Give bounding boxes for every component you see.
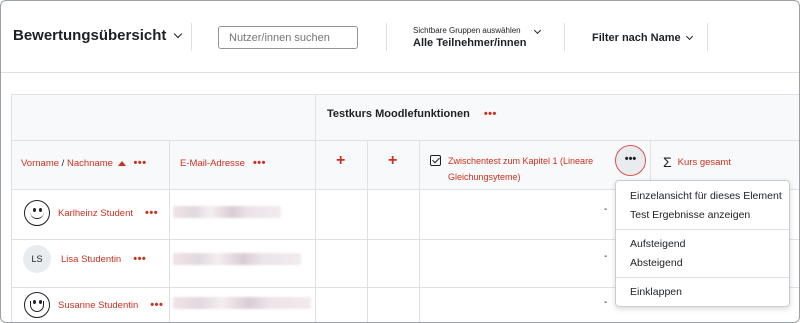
avatar: LS xyxy=(23,245,51,273)
table-row-name: LS Lisa Studentin ••• xyxy=(23,245,146,273)
menu-item-quiz-results[interactable]: Test Ergebnisse anzeigen xyxy=(630,209,750,221)
email-column-header: E-Mail-Adresse ••• xyxy=(180,157,266,169)
menu-item-sort-descending[interactable]: Absteigend xyxy=(630,257,683,269)
chevron-down-icon[interactable] xyxy=(533,26,542,35)
grade-item-header: Zwischentest zum Kapitel 1 (Lineare Glei… xyxy=(430,153,610,185)
menu-item-collapse[interactable]: Einklappen xyxy=(630,286,682,298)
more-icon: ••• xyxy=(624,152,637,165)
gradebook-window: Bewertungsübersicht Sichtbare Gruppen au… xyxy=(0,0,800,323)
table-border xyxy=(315,94,316,322)
menu-item-sort-ascending[interactable]: Aufsteigend xyxy=(630,238,685,250)
search-input[interactable] xyxy=(218,26,358,49)
table-row-name: Susanne Studentin ••• xyxy=(24,292,163,318)
top-bar: Bewertungsübersicht Sichtbare Gruppen au… xyxy=(1,1,799,73)
table-border xyxy=(11,94,12,322)
divider xyxy=(707,23,708,51)
group-label: Sichtbare Gruppen auswählen xyxy=(413,26,521,35)
student-name-link[interactable]: Karlheinz Student xyxy=(58,208,133,219)
row-menu-button[interactable]: ••• xyxy=(145,207,158,219)
quiz-check-icon xyxy=(430,155,441,166)
grade-value[interactable]: - xyxy=(604,297,607,308)
email-blurred xyxy=(173,206,281,218)
email-column-menu-button[interactable]: ••• xyxy=(253,157,266,169)
email-blurred xyxy=(173,297,311,309)
sort-firstname-link[interactable]: Vorname xyxy=(21,158,59,169)
add-column-button[interactable]: + xyxy=(336,152,345,170)
menu-divider xyxy=(616,277,789,278)
row-menu-button[interactable]: ••• xyxy=(133,253,146,265)
email-blurred xyxy=(173,253,301,265)
table-border xyxy=(11,140,799,141)
filter-by-name-button[interactable]: Filter nach Name xyxy=(592,32,693,44)
grade-value[interactable]: - xyxy=(604,204,607,215)
page-title-selector[interactable]: Bewertungsübersicht xyxy=(13,27,183,44)
course-menu-button[interactable]: ••• xyxy=(484,108,497,120)
page-title: Bewertungsübersicht xyxy=(13,27,167,44)
grade-item-menu-button[interactable]: ••• xyxy=(615,145,646,176)
add-column-button[interactable]: + xyxy=(388,152,397,170)
divider xyxy=(564,23,565,51)
chevron-down-icon xyxy=(174,29,183,38)
name-column-header: Vorname / Nachname ••• xyxy=(21,157,147,169)
menu-divider xyxy=(616,229,789,230)
sort-lastname-link[interactable]: Nachname xyxy=(67,158,113,169)
chevron-down-icon xyxy=(685,32,693,41)
table-border xyxy=(419,140,420,322)
menu-item-single-view[interactable]: Einzelansicht für dieses Element xyxy=(630,190,782,202)
filter-label: Filter nach Name xyxy=(592,32,681,44)
divider xyxy=(191,23,192,51)
grade-item-link[interactable]: Zwischentest zum Kapitel 1 (Lineare Glei… xyxy=(448,153,610,185)
student-name-link[interactable]: Susanne Studentin xyxy=(58,300,138,311)
sort-ascending-icon xyxy=(117,160,126,166)
student-name-link[interactable]: Lisa Studentin xyxy=(61,254,121,265)
table-border xyxy=(367,140,368,322)
course-category-header: Testkurs Moodlefunktionen ••• xyxy=(327,108,497,120)
grade-value[interactable]: - xyxy=(604,251,607,262)
name-separator: / xyxy=(59,157,67,169)
name-column-menu-button[interactable]: ••• xyxy=(134,157,147,169)
group-selector[interactable]: Sichtbare Gruppen auswählen Alle Teilneh… xyxy=(413,26,527,49)
table-border xyxy=(169,140,170,322)
email-column-label[interactable]: E-Mail-Adresse xyxy=(180,158,245,169)
course-total-label[interactable]: Kurs gesamt xyxy=(678,157,731,168)
group-value: Alle Teilnehmer/innen xyxy=(413,37,527,49)
row-menu-button[interactable]: ••• xyxy=(150,299,163,311)
course-total-header: Σ Kurs gesamt xyxy=(663,154,731,170)
divider xyxy=(386,23,387,51)
sigma-icon: Σ xyxy=(663,154,672,170)
grade-item-dropdown-menu: Einzelansicht für dieses Element Test Er… xyxy=(615,180,790,307)
table-border xyxy=(11,94,799,95)
table-border xyxy=(650,140,651,180)
table-row-name: Karlheinz Student ••• xyxy=(24,200,158,226)
grin-icon xyxy=(24,292,50,318)
course-title: Testkurs Moodlefunktionen xyxy=(327,108,470,120)
smile-icon xyxy=(24,200,50,226)
